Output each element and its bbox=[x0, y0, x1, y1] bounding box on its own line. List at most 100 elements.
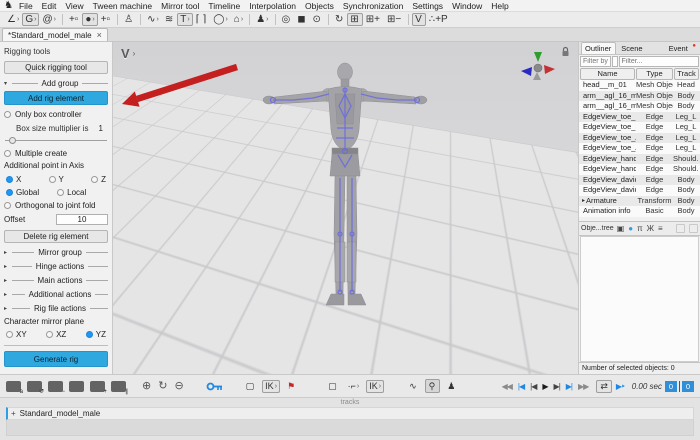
frame-start-input[interactable]: 0 bbox=[665, 380, 677, 392]
folder-lock-icon[interactable]: a bbox=[6, 380, 23, 395]
axis-radio[interactable]: Y bbox=[48, 175, 64, 184]
group-tool-icon[interactable]: G › bbox=[22, 13, 40, 26]
menu-item[interactable]: File bbox=[19, 1, 33, 11]
frame-select-icon[interactable]: ▣ bbox=[617, 224, 625, 233]
EdgeView_toe_M...[interactable]: EdgeView_toe_M... Edge Leg_L bbox=[579, 111, 700, 122]
multiple-create-checkbox[interactable] bbox=[4, 149, 11, 157]
text-tool-icon[interactable]: T › bbox=[177, 13, 193, 26]
head__m_01[interactable]: head__m_01 Mesh Object Head bbox=[579, 80, 700, 91]
filter-input[interactable] bbox=[611, 56, 618, 67]
keyframe-icon[interactable]: ● › bbox=[82, 13, 98, 26]
EdgeView_david...[interactable]: EdgeView_david... Edge Body bbox=[579, 174, 700, 185]
divider[interactable] bbox=[327, 14, 329, 25]
trajectory-icon[interactable]: ·⌐ › bbox=[345, 379, 363, 393]
folder-reload-icon[interactable]: ↺ bbox=[27, 380, 44, 395]
remove-view-icon[interactable]: ⊞− bbox=[384, 13, 405, 27]
zoom-out-icon[interactable]: ⊖ bbox=[174, 380, 183, 392]
pin-icon[interactable]: ⚲ bbox=[424, 379, 441, 393]
ghost-pose-icon[interactable]: ♟ bbox=[444, 379, 459, 393]
mirror-plane-radio[interactable]: YZ bbox=[85, 330, 106, 339]
box-size-slider[interactable] bbox=[5, 136, 107, 144]
menu-item[interactable]: Edit bbox=[42, 1, 57, 11]
character-model[interactable] bbox=[113, 42, 578, 374]
menu-icon[interactable]: ≡ bbox=[658, 224, 663, 233]
collapsible-section[interactable]: ▸ Additional actions bbox=[4, 289, 108, 300]
camera-icon[interactable]: ◼ bbox=[294, 13, 309, 27]
timeline-empty-area[interactable] bbox=[6, 420, 694, 436]
EdgeView_toe_M...[interactable]: EdgeView_toe_M... Edge Leg_L bbox=[579, 122, 700, 133]
orthogonal-checkbox[interactable] bbox=[4, 202, 11, 210]
loop-button[interactable]: ⇄ bbox=[596, 379, 612, 393]
curve-lock-icon[interactable]: ∿ bbox=[406, 379, 421, 393]
app-logo-icon[interactable]: ♞ bbox=[4, 0, 13, 11]
expand-plus-icon[interactable]: + bbox=[11, 409, 16, 418]
object-tree-area[interactable] bbox=[580, 235, 699, 362]
EdgeView_david...[interactable]: EdgeView_david... Edge Body bbox=[579, 185, 700, 196]
circle-tool-icon[interactable]: ◯ › bbox=[210, 13, 231, 27]
character-icon[interactable]: ♙ bbox=[121, 13, 137, 27]
lock-icon[interactable] bbox=[561, 46, 570, 57]
EdgeView_toe_A...[interactable]: EdgeView_toe_A... Edge Leg_L bbox=[579, 132, 700, 143]
orientation-gizmo[interactable] bbox=[518, 50, 558, 84]
EdgeView_toe_A...[interactable]: EdgeView_toe_A... Edge Leg_L bbox=[579, 143, 700, 154]
divider[interactable] bbox=[117, 14, 119, 25]
divider[interactable] bbox=[140, 14, 142, 25]
slider-handle[interactable] bbox=[9, 136, 17, 144]
right-panel-tab[interactable]: Outliner bbox=[581, 42, 617, 54]
curve-icon[interactable]: ∿ › bbox=[144, 13, 162, 27]
next-frame-button[interactable]: ▶| bbox=[552, 379, 562, 393]
spiral-icon[interactable]: ↻ bbox=[332, 13, 347, 27]
prev-frame-button[interactable]: |◀ bbox=[528, 379, 538, 393]
menu-item[interactable]: Help bbox=[491, 1, 508, 11]
reset-zoom-icon[interactable]: ↻ bbox=[158, 380, 167, 392]
menu-item[interactable]: Interpolation bbox=[249, 1, 296, 11]
focus-icon[interactable]: ⊙ bbox=[310, 13, 325, 27]
viewport-3d[interactable]: V › bbox=[113, 42, 578, 374]
menu-item[interactable]: View bbox=[65, 1, 83, 11]
flag-icon[interactable]: ⚑ bbox=[284, 379, 299, 393]
playblast-button[interactable]: ▶‣ bbox=[614, 379, 627, 393]
pose-tool-icon[interactable]: ∠ › bbox=[4, 13, 22, 27]
divider[interactable] bbox=[61, 14, 63, 25]
menu-item[interactable]: Tween machine bbox=[93, 1, 153, 11]
jump-start-button[interactable]: ◀◀ bbox=[500, 379, 514, 393]
collapsible-section[interactable]: ▸ Mirror group bbox=[4, 247, 109, 258]
collapsible-section[interactable]: ▸ Rig file actions bbox=[4, 303, 108, 314]
Armature[interactable]: ▸ Armature Transform Body bbox=[579, 195, 700, 206]
menu-item[interactable]: Mirror tool bbox=[161, 1, 199, 11]
play-button[interactable]: ▶ bbox=[540, 379, 549, 393]
space-radio[interactable]: Global bbox=[6, 188, 39, 197]
filter-input[interactable] bbox=[580, 56, 611, 67]
joint-icon[interactable]: π bbox=[637, 224, 643, 233]
divider[interactable] bbox=[408, 14, 410, 25]
camera-add-icon[interactable]: + bbox=[90, 380, 107, 395]
anchor-tool-icon[interactable]: ⌂ › bbox=[231, 13, 246, 27]
ghost-before-icon[interactable]: +▫ bbox=[66, 13, 82, 27]
right-panel-tab[interactable]: Scene settings bbox=[617, 42, 663, 64]
filter-input[interactable] bbox=[618, 56, 699, 67]
divider[interactable] bbox=[249, 14, 251, 25]
viewport-menu[interactable]: V › bbox=[121, 46, 135, 61]
column-header-name[interactable]: Name bbox=[580, 68, 635, 80]
arm__agl_16_m...[interactable]: arm__agl_16_m... Mesh Object Body bbox=[579, 101, 700, 112]
ghost-after-icon[interactable]: +▫ bbox=[98, 13, 114, 27]
axis-radio[interactable]: X bbox=[6, 175, 21, 184]
folder-remove-icon[interactable]: − bbox=[48, 380, 65, 395]
generate-rig-button[interactable]: Generate rig bbox=[4, 351, 108, 368]
visual-editor-icon[interactable]: V bbox=[412, 13, 426, 26]
mesh-icon[interactable]: Ж bbox=[647, 224, 654, 233]
collapsible-section[interactable]: ▸ Main actions bbox=[4, 275, 109, 286]
next-keyframe-button[interactable]: ▶| bbox=[564, 379, 574, 393]
sphere-icon[interactable]: ● bbox=[628, 224, 633, 233]
tween-machine-icon[interactable]: @ › bbox=[39, 13, 59, 27]
tab-close-icon[interactable]: × bbox=[97, 30, 102, 40]
mirror-plane-radio[interactable]: XY bbox=[6, 330, 27, 339]
zoom-in-icon[interactable]: ⊕ bbox=[142, 380, 151, 392]
camera-target-icon[interactable]: ◎ bbox=[279, 13, 295, 27]
divider[interactable] bbox=[274, 14, 276, 25]
physics-point-icon[interactable]: ∴+P bbox=[426, 13, 452, 27]
select-frame-icon[interactable]: ▢ bbox=[325, 379, 341, 393]
menu-item[interactable]: Window bbox=[452, 1, 482, 11]
brackets-icon[interactable]: ⌈ ⌉ bbox=[193, 13, 211, 27]
only-box-controller-checkbox[interactable] bbox=[4, 111, 11, 119]
